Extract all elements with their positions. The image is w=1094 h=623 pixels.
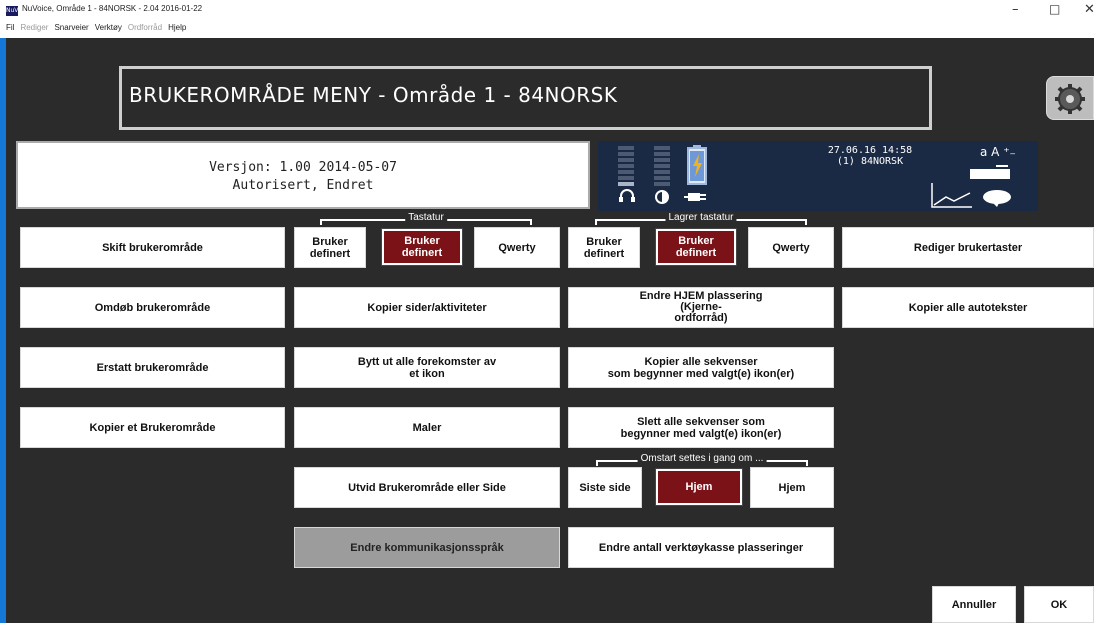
tastatur-bruker-definert-2-button[interactable]: Bruker definert xyxy=(381,228,463,266)
chart-icon xyxy=(931,183,972,208)
ok-label: OK xyxy=(1050,598,1068,611)
tastatur-group: Tastatur xyxy=(320,212,532,227)
contrast-meter xyxy=(654,146,670,188)
tastatur-bruker-definert-2-label: Bruker definert xyxy=(401,235,443,259)
text-size-icon: a A ⁺₋ xyxy=(980,145,1016,159)
endre-kommunikasjonssprak-button[interactable]: Endre kommunikasjonsspråk xyxy=(294,527,560,568)
headphones-icon xyxy=(619,189,635,202)
slett-sekvenser-button[interactable]: Slett alle sekvenser som begynner med va… xyxy=(568,407,834,448)
omstart-siste-side-label: Siste side xyxy=(579,481,631,494)
menu-verktoy[interactable]: Verktøy xyxy=(95,23,122,32)
tastatur-qwerty-button[interactable]: Qwerty xyxy=(474,227,560,268)
omstart-group: Omstart settes i gang om ... xyxy=(596,453,808,468)
lagrer-tastatur-group: Lagrer tastatur xyxy=(595,212,807,227)
tastatur-bruker-definert-1-label: Bruker definert xyxy=(309,235,351,260)
rediger-brukertaster-button[interactable]: Rediger brukertaster xyxy=(842,227,1094,268)
status-panel: 27.06.16 14:58 (1) 84NORSK a A ⁺₋ xyxy=(598,141,1038,211)
authorization-text: Autorisert, Endret xyxy=(232,178,374,193)
bytt-ut-ikon-button[interactable]: Bytt ut alle forekomster av et ikon xyxy=(294,347,560,388)
contrast-icon xyxy=(655,190,669,204)
kopier-autotekster-label: Kopier alle autotekster xyxy=(908,301,1028,314)
omstart-siste-side-button[interactable]: Siste side xyxy=(568,467,642,508)
tastatur-qwerty-label: Qwerty xyxy=(498,241,536,254)
annuller-button[interactable]: Annuller xyxy=(932,586,1016,623)
omstart-group-label: Omstart settes i gang om ... xyxy=(637,453,767,464)
window-title: NuVoice, Område 1 - 84NORSK - 2.04 2016-… xyxy=(22,4,203,13)
rediger-brukertaster-label: Rediger brukertaster xyxy=(913,241,1023,254)
lagrer-bruker-definert-2-label: Bruker definert xyxy=(675,235,717,259)
erstatt-brukeromrade-label: Erstatt brukerområde xyxy=(96,361,209,374)
kopier-sekvenser-label: Kopier alle sekvenser som begynner med v… xyxy=(607,355,795,380)
omstart-hjem-2-label: Hjem xyxy=(778,481,806,494)
tastatur-bruker-definert-1-button[interactable]: Bruker definert xyxy=(294,227,366,268)
ok-button[interactable]: OK xyxy=(1024,586,1094,623)
lagrer-bruker-definert-2-button[interactable]: Bruker definert xyxy=(655,228,737,266)
omdop-brukeromrade-label: Omdøb brukerområde xyxy=(94,301,211,314)
endre-antall-verktoykasse-button[interactable]: Endre antall verktøykasse plasseringer xyxy=(568,527,834,568)
skift-brukeromrade-button[interactable]: Skift brukerområde xyxy=(20,227,285,268)
lagrer-tastatur-group-label: Lagrer tastatur xyxy=(665,212,737,223)
menu-hjelp[interactable]: Hjelp xyxy=(168,23,186,32)
kopier-sider-button[interactable]: Kopier sider/aktiviteter xyxy=(294,287,560,328)
endre-antall-verktoykasse-label: Endre antall verktøykasse plasseringer xyxy=(598,541,804,554)
omstart-hjem-2-button[interactable]: Hjem xyxy=(750,467,834,508)
kopier-brukeromrade-button[interactable]: Kopier et Brukerområde xyxy=(20,407,285,448)
maler-button[interactable]: Maler xyxy=(294,407,560,448)
speech-bubble-icon xyxy=(983,190,1011,207)
kopier-sider-label: Kopier sider/aktiviteter xyxy=(367,301,487,314)
slett-sekvenser-label: Slett alle sekvenser som begynner med va… xyxy=(620,415,782,440)
endre-hjem-plassering-label: Endre HJEM plassering (Kjerne- ordforråd… xyxy=(639,290,763,324)
menu-fil[interactable]: Fil xyxy=(6,23,14,32)
erstatt-brukeromrade-button[interactable]: Erstatt brukerområde xyxy=(20,347,285,388)
lagrer-bruker-definert-1-label: Bruker definert xyxy=(583,235,625,260)
page-title: BRUKEROMRÅDE MENY - Område 1 - 84NORSK xyxy=(129,83,618,107)
menu-rediger[interactable]: Rediger xyxy=(20,23,48,32)
endre-kommunikasjonssprak-label: Endre kommunikasjonsspråk xyxy=(350,541,504,554)
maler-label: Maler xyxy=(412,421,442,434)
menu-bar: Fil Rediger Snarveier Verktøy Ordforråd … xyxy=(6,23,186,32)
lagrer-bruker-definert-1-button[interactable]: Bruker definert xyxy=(568,227,640,268)
tastatur-group-label: Tastatur xyxy=(405,212,447,223)
version-info: Versjon: 1.00 2014-05-07 Autorisert, End… xyxy=(16,141,590,209)
header-box: BRUKEROMRÅDE MENY - Område 1 - 84NORSK xyxy=(119,66,932,130)
maximize-button[interactable]: □ xyxy=(1049,2,1060,16)
kopier-autotekster-button[interactable]: Kopier alle autotekster xyxy=(842,287,1094,328)
volume-meter xyxy=(618,146,634,188)
omdop-brukeromrade-button[interactable]: Omdøb brukerområde xyxy=(20,287,285,328)
user-area-text: (1) 84NORSK xyxy=(836,156,904,167)
app-logo-icon: NuV xyxy=(6,6,19,16)
kopier-brukeromrade-label: Kopier et Brukerområde xyxy=(89,421,216,434)
power-plug-icon xyxy=(684,193,706,201)
utvid-brukeromrade-button[interactable]: Utvid Brukerområde eller Side xyxy=(294,467,560,508)
omstart-hjem-1-button[interactable]: Hjem xyxy=(655,468,743,506)
minimize-button[interactable]: – xyxy=(1012,2,1019,17)
settings-button[interactable] xyxy=(1046,76,1094,120)
gear-icon xyxy=(1055,84,1085,114)
omstart-hjem-1-label: Hjem xyxy=(685,481,713,493)
status-datetime: 27.06.16 14:58 (1) 84NORSK xyxy=(814,145,926,167)
battery-icon xyxy=(687,145,707,185)
menu-snarveier[interactable]: Snarveier xyxy=(54,23,88,32)
version-text: Versjon: 1.00 2014-05-07 xyxy=(209,160,397,175)
keyboard-icon xyxy=(970,165,1010,179)
skift-brukeromrade-label: Skift brukerområde xyxy=(102,241,203,254)
lagrer-qwerty-label: Qwerty xyxy=(772,241,810,254)
kopier-sekvenser-button[interactable]: Kopier alle sekvenser som begynner med v… xyxy=(568,347,834,388)
window-titlebar: NuV NuVoice, Område 1 - 84NORSK - 2.04 2… xyxy=(0,0,1094,38)
endre-hjem-plassering-button[interactable]: Endre HJEM plassering (Kjerne- ordforråd… xyxy=(568,287,834,328)
menu-ordforrad[interactable]: Ordforråd xyxy=(128,23,162,32)
annuller-label: Annuller xyxy=(951,598,997,611)
close-button[interactable]: ✕ xyxy=(1084,2,1094,17)
utvid-brukeromrade-label: Utvid Brukerområde eller Side xyxy=(348,481,506,494)
bytt-ut-ikon-label: Bytt ut alle forekomster av et ikon xyxy=(357,355,497,380)
lagrer-qwerty-button[interactable]: Qwerty xyxy=(748,227,834,268)
date-time-text: 27.06.16 14:58 xyxy=(827,145,913,156)
